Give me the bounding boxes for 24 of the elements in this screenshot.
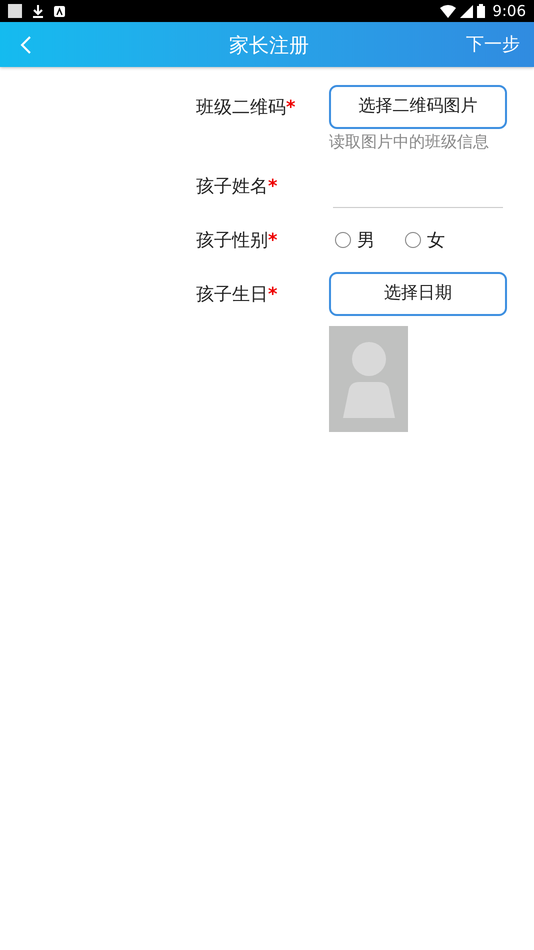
required-mark: * bbox=[268, 174, 278, 198]
hint-text: 读取图片中的班级信息 bbox=[329, 131, 490, 153]
field-label: 孩子性别 bbox=[196, 228, 268, 252]
radio-button[interactable] bbox=[335, 232, 351, 248]
select-button[interactable]: 选择日期 bbox=[329, 272, 507, 316]
field-label: 孩子生日 bbox=[196, 282, 268, 306]
app-icon bbox=[54, 6, 65, 16]
required-mark: * bbox=[268, 282, 278, 306]
radio-label: 女 bbox=[427, 228, 445, 252]
back-chevron-icon bbox=[20, 36, 32, 54]
select-button[interactable]: 选择二维码图片 bbox=[329, 85, 507, 129]
signal-icon bbox=[460, 4, 474, 18]
clock-time: 9:06 bbox=[492, 0, 526, 22]
radio-label: 男 bbox=[357, 228, 375, 252]
required-mark: * bbox=[268, 228, 278, 252]
wifi-icon bbox=[440, 4, 456, 18]
page-title: 家长注册 bbox=[229, 32, 309, 58]
radio-button[interactable] bbox=[405, 232, 421, 248]
field-label: 孩子姓名 bbox=[196, 174, 268, 198]
field-label: 班级二维码 bbox=[196, 96, 286, 120]
download-icon bbox=[32, 4, 44, 18]
required-mark: * bbox=[286, 96, 296, 120]
battery-icon bbox=[477, 4, 486, 18]
notification-icon bbox=[8, 4, 22, 18]
